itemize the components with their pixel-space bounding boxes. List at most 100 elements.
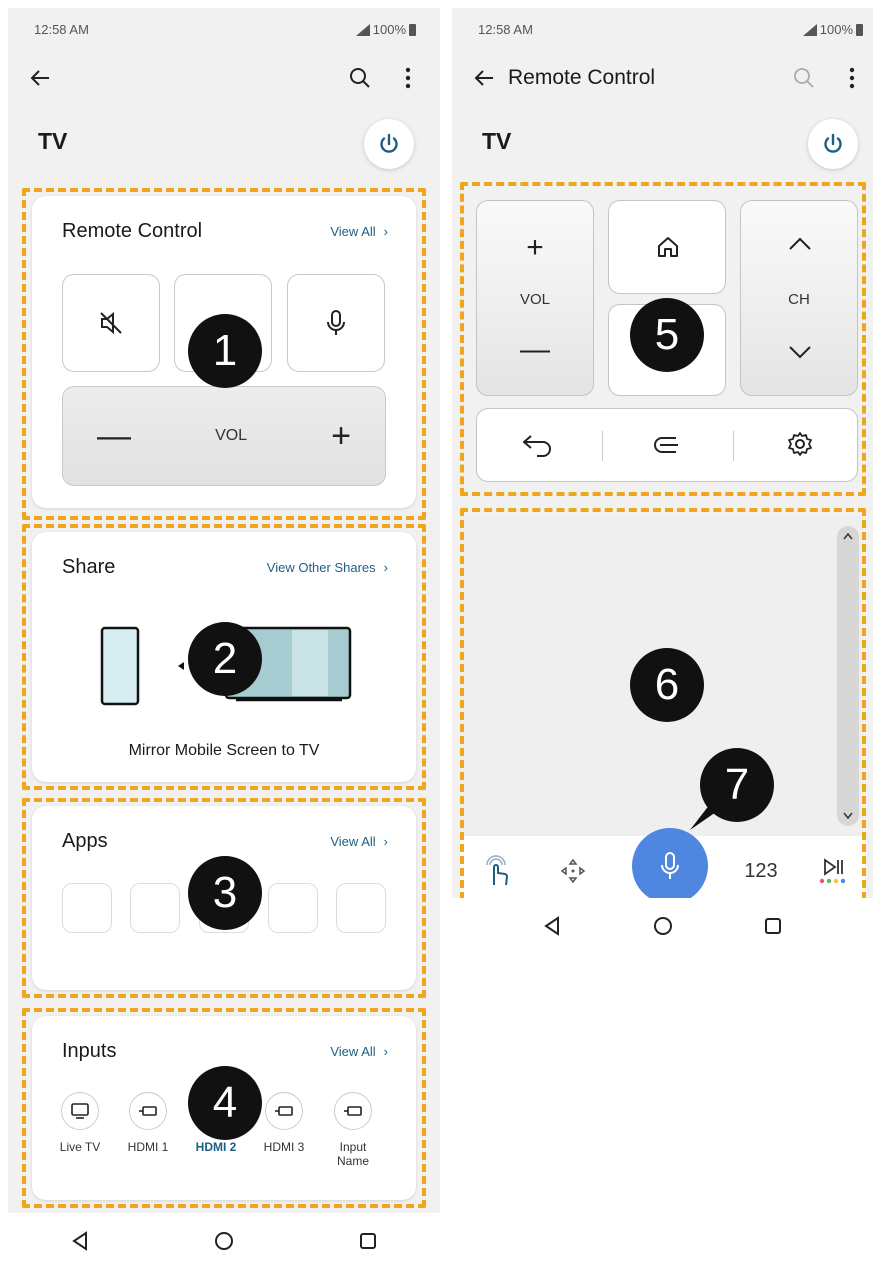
power-button[interactable]	[364, 119, 414, 169]
volume-down-button[interactable]: —	[477, 335, 593, 365]
device-title: TV	[482, 128, 512, 154]
volume-label: VOL	[215, 427, 248, 444]
search-icon[interactable]	[342, 60, 378, 96]
callout-badge-6: 6	[630, 648, 704, 722]
nav-back-icon[interactable]	[71, 1231, 89, 1251]
hdmi-icon	[334, 1092, 372, 1130]
callout-badge-5: 5	[630, 298, 704, 372]
inputs-title: Inputs	[62, 1040, 117, 1062]
input-label: Input Name	[336, 1140, 369, 1168]
signal-icon	[802, 23, 817, 36]
touch-hand-icon	[486, 855, 508, 886]
power-icon	[824, 133, 842, 153]
input-label: HDMI 1	[127, 1140, 169, 1154]
input-live-tv[interactable]: Live TV	[50, 1092, 110, 1154]
app-tile[interactable]	[268, 883, 318, 933]
view-all-label: View All	[330, 1044, 376, 1059]
volume-label: VOL	[519, 291, 550, 308]
input-source-icon[interactable]	[650, 433, 680, 457]
apps-view-all-link[interactable]: View All ›	[330, 834, 388, 849]
mirror-caption: Mirror Mobile Screen to TV	[128, 742, 320, 759]
scroll-down-icon[interactable]	[843, 812, 853, 820]
system-nav-bar	[8, 1213, 440, 1269]
battery-status: 100%	[355, 22, 416, 37]
remote-function-bar	[476, 408, 858, 482]
scrollbar[interactable]	[837, 526, 859, 826]
tv-icon	[61, 1092, 99, 1130]
volume-rocker: + VOL —	[476, 200, 594, 396]
divider	[602, 431, 603, 461]
nav-recents-icon[interactable]	[764, 917, 782, 935]
hdmi-icon	[129, 1092, 167, 1130]
input-label: Live TV	[59, 1140, 101, 1154]
volume-control: — VOL +	[62, 386, 386, 486]
battery-level: 100%	[372, 22, 406, 37]
search-icon[interactable]	[786, 60, 822, 96]
mute-button[interactable]	[62, 274, 160, 372]
nav-home-icon[interactable]	[653, 916, 673, 936]
callout-badge-3: 3	[188, 856, 262, 930]
app-tile[interactable]	[130, 883, 180, 933]
app-bar	[8, 58, 440, 98]
more-options-icon[interactable]	[390, 60, 426, 96]
view-other-shares-label: View Other Shares	[266, 560, 376, 575]
back-arrow-icon[interactable]	[466, 60, 502, 96]
callout-badge-1: 1	[188, 314, 262, 388]
back-return-icon[interactable]	[521, 433, 553, 457]
remote-control-view-all-link[interactable]: View All ›	[330, 224, 388, 239]
tab-direction-pad[interactable]	[548, 848, 598, 894]
system-nav-bar	[452, 898, 873, 952]
more-options-icon[interactable]	[834, 60, 870, 96]
view-other-shares-link[interactable]: View Other Shares ›	[267, 560, 388, 575]
input-label: HDMI 2	[195, 1140, 237, 1154]
channel-down-icon[interactable]	[788, 345, 812, 359]
input-hdmi-1[interactable]: HDMI 1	[118, 1092, 178, 1154]
battery-icon	[856, 23, 863, 36]
divider	[733, 431, 734, 461]
volume-up-button[interactable]: +	[331, 419, 351, 453]
mute-icon	[100, 311, 122, 335]
channel-label: CH	[788, 291, 810, 308]
voice-button[interactable]	[287, 274, 385, 372]
page-title: Remote Control	[508, 66, 656, 89]
view-all-label: View All	[330, 224, 376, 239]
remote-control-screen: 12:58 AM 100% Remote Control TV + VOL — …	[452, 8, 873, 952]
status-bar: 12:58 AM 100%	[452, 8, 873, 48]
settings-gear-icon[interactable]	[787, 431, 813, 457]
tab-touchpad[interactable]	[472, 848, 522, 894]
back-arrow-icon[interactable]	[22, 60, 58, 96]
app-tile[interactable]	[62, 883, 112, 933]
home-icon	[658, 237, 678, 257]
chevron-right-icon: ›	[383, 224, 388, 239]
battery-level: 100%	[819, 22, 853, 37]
signal-icon	[355, 23, 370, 36]
tab-playback[interactable]	[808, 848, 858, 894]
voice-mic-button[interactable]	[632, 828, 708, 904]
input-hdmi-3[interactable]: HDMI 3	[254, 1092, 314, 1154]
direction-pad-icon	[560, 858, 586, 884]
hdmi-icon	[265, 1092, 303, 1130]
nav-recents-icon[interactable]	[359, 1232, 377, 1250]
home-button[interactable]	[608, 200, 726, 294]
share-title: Share	[62, 556, 116, 578]
microphone-icon	[327, 310, 345, 335]
power-icon	[380, 133, 398, 153]
tab-number-pad[interactable]: 123	[736, 848, 786, 894]
chevron-right-icon: ›	[383, 1044, 388, 1059]
input-name[interactable]: Input Name	[323, 1092, 383, 1168]
callout-badge-4: 4	[188, 1066, 262, 1140]
remote-mode-tabs: 123	[460, 828, 865, 906]
nav-back-icon[interactable]	[543, 916, 561, 936]
volume-up-button[interactable]: +	[477, 233, 593, 263]
battery-status: 100%	[802, 22, 863, 37]
microphone-icon	[661, 852, 679, 879]
app-tile[interactable]	[336, 883, 386, 933]
channel-up-icon[interactable]	[788, 237, 812, 251]
apps-title: Apps	[62, 830, 108, 852]
scroll-up-icon[interactable]	[843, 532, 853, 540]
power-button[interactable]	[808, 119, 858, 169]
inputs-view-all-link[interactable]: View All ›	[330, 1044, 388, 1059]
remote-control-title: Remote Control	[62, 220, 203, 242]
volume-down-button[interactable]: —	[97, 419, 131, 453]
nav-home-icon[interactable]	[214, 1231, 234, 1251]
